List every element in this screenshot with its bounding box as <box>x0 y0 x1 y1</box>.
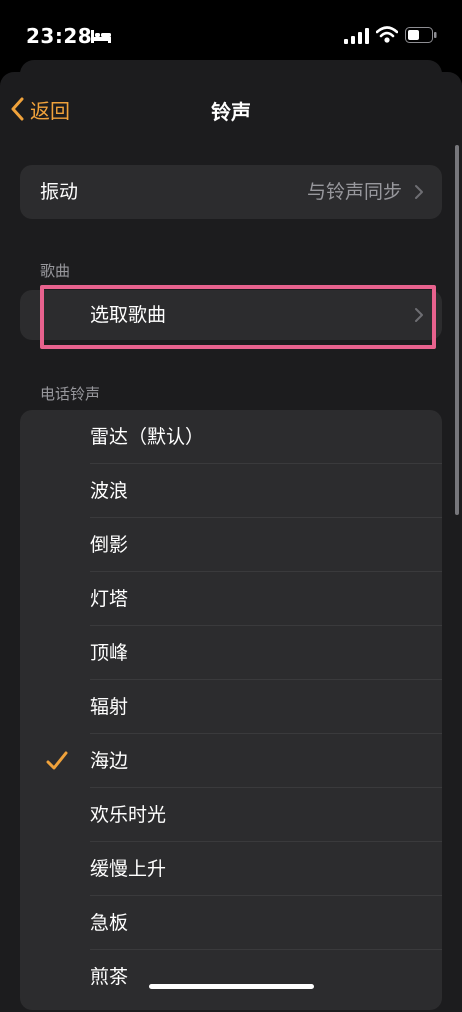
ringtone-item[interactable]: 灯塔 <box>20 572 442 626</box>
ringtone-label: 急板 <box>90 912 129 934</box>
ringtone-item-selected[interactable]: 海边 <box>20 734 442 788</box>
ringtone-item[interactable]: 辐射 <box>20 680 442 734</box>
ringtone-label: 灯塔 <box>90 588 129 610</box>
ringtone-label: 欢乐时光 <box>90 804 167 826</box>
ringtone-item[interactable]: 波浪 <box>20 464 442 518</box>
scroll-indicator[interactable] <box>455 145 459 515</box>
ringtone-item[interactable]: 倒影 <box>20 518 442 572</box>
vibration-row[interactable]: 振动 与铃声同步 <box>20 165 442 219</box>
ringtone-label: 波浪 <box>90 480 129 502</box>
ringtone-label: 雷达（默认） <box>90 426 205 448</box>
ringtones-section-header: 电话铃声 <box>40 385 101 403</box>
ringtone-item[interactable]: 煎茶 <box>20 950 442 1004</box>
battery-icon <box>405 27 437 43</box>
chevron-right-icon <box>415 185 423 199</box>
ringtone-label: 倒影 <box>90 534 129 556</box>
status-time: 23:28 <box>26 24 93 48</box>
ringtone-label: 缓慢上升 <box>90 858 167 880</box>
ringtone-item[interactable]: 雷达（默认） <box>20 410 442 464</box>
pick-song-row[interactable]: 选取歌曲 <box>20 290 442 340</box>
ringtone-label: 煎茶 <box>90 966 129 988</box>
ringtone-label: 海边 <box>90 750 129 772</box>
chevron-right-icon <box>415 308 423 322</box>
home-indicator[interactable] <box>149 984 314 989</box>
ringtone-item[interactable]: 缓慢上升 <box>20 842 442 896</box>
ringtone-label: 顶峰 <box>90 642 129 664</box>
page-title: 铃声 <box>211 100 251 124</box>
ringtone-item[interactable]: 急板 <box>20 896 442 950</box>
bed-icon <box>91 30 111 43</box>
cellular-signal-icon <box>344 28 369 44</box>
vibration-label: 振动 <box>40 181 79 203</box>
vibration-value: 与铃声同步 <box>306 181 402 203</box>
pick-song-label: 选取歌曲 <box>90 304 167 326</box>
songs-section-header: 歌曲 <box>40 262 71 280</box>
ringtone-label: 辐射 <box>90 696 129 718</box>
ringtone-item[interactable]: 欢乐时光 <box>20 788 442 842</box>
ringtone-list: 雷达（默认） 波浪 倒影 灯塔 顶峰 辐射 海边 欢乐时光 缓慢上升 急板 煎茶 <box>20 410 442 1010</box>
ringtone-item[interactable]: 顶峰 <box>20 626 442 680</box>
wifi-icon <box>376 26 398 43</box>
checkmark-icon <box>46 751 68 770</box>
